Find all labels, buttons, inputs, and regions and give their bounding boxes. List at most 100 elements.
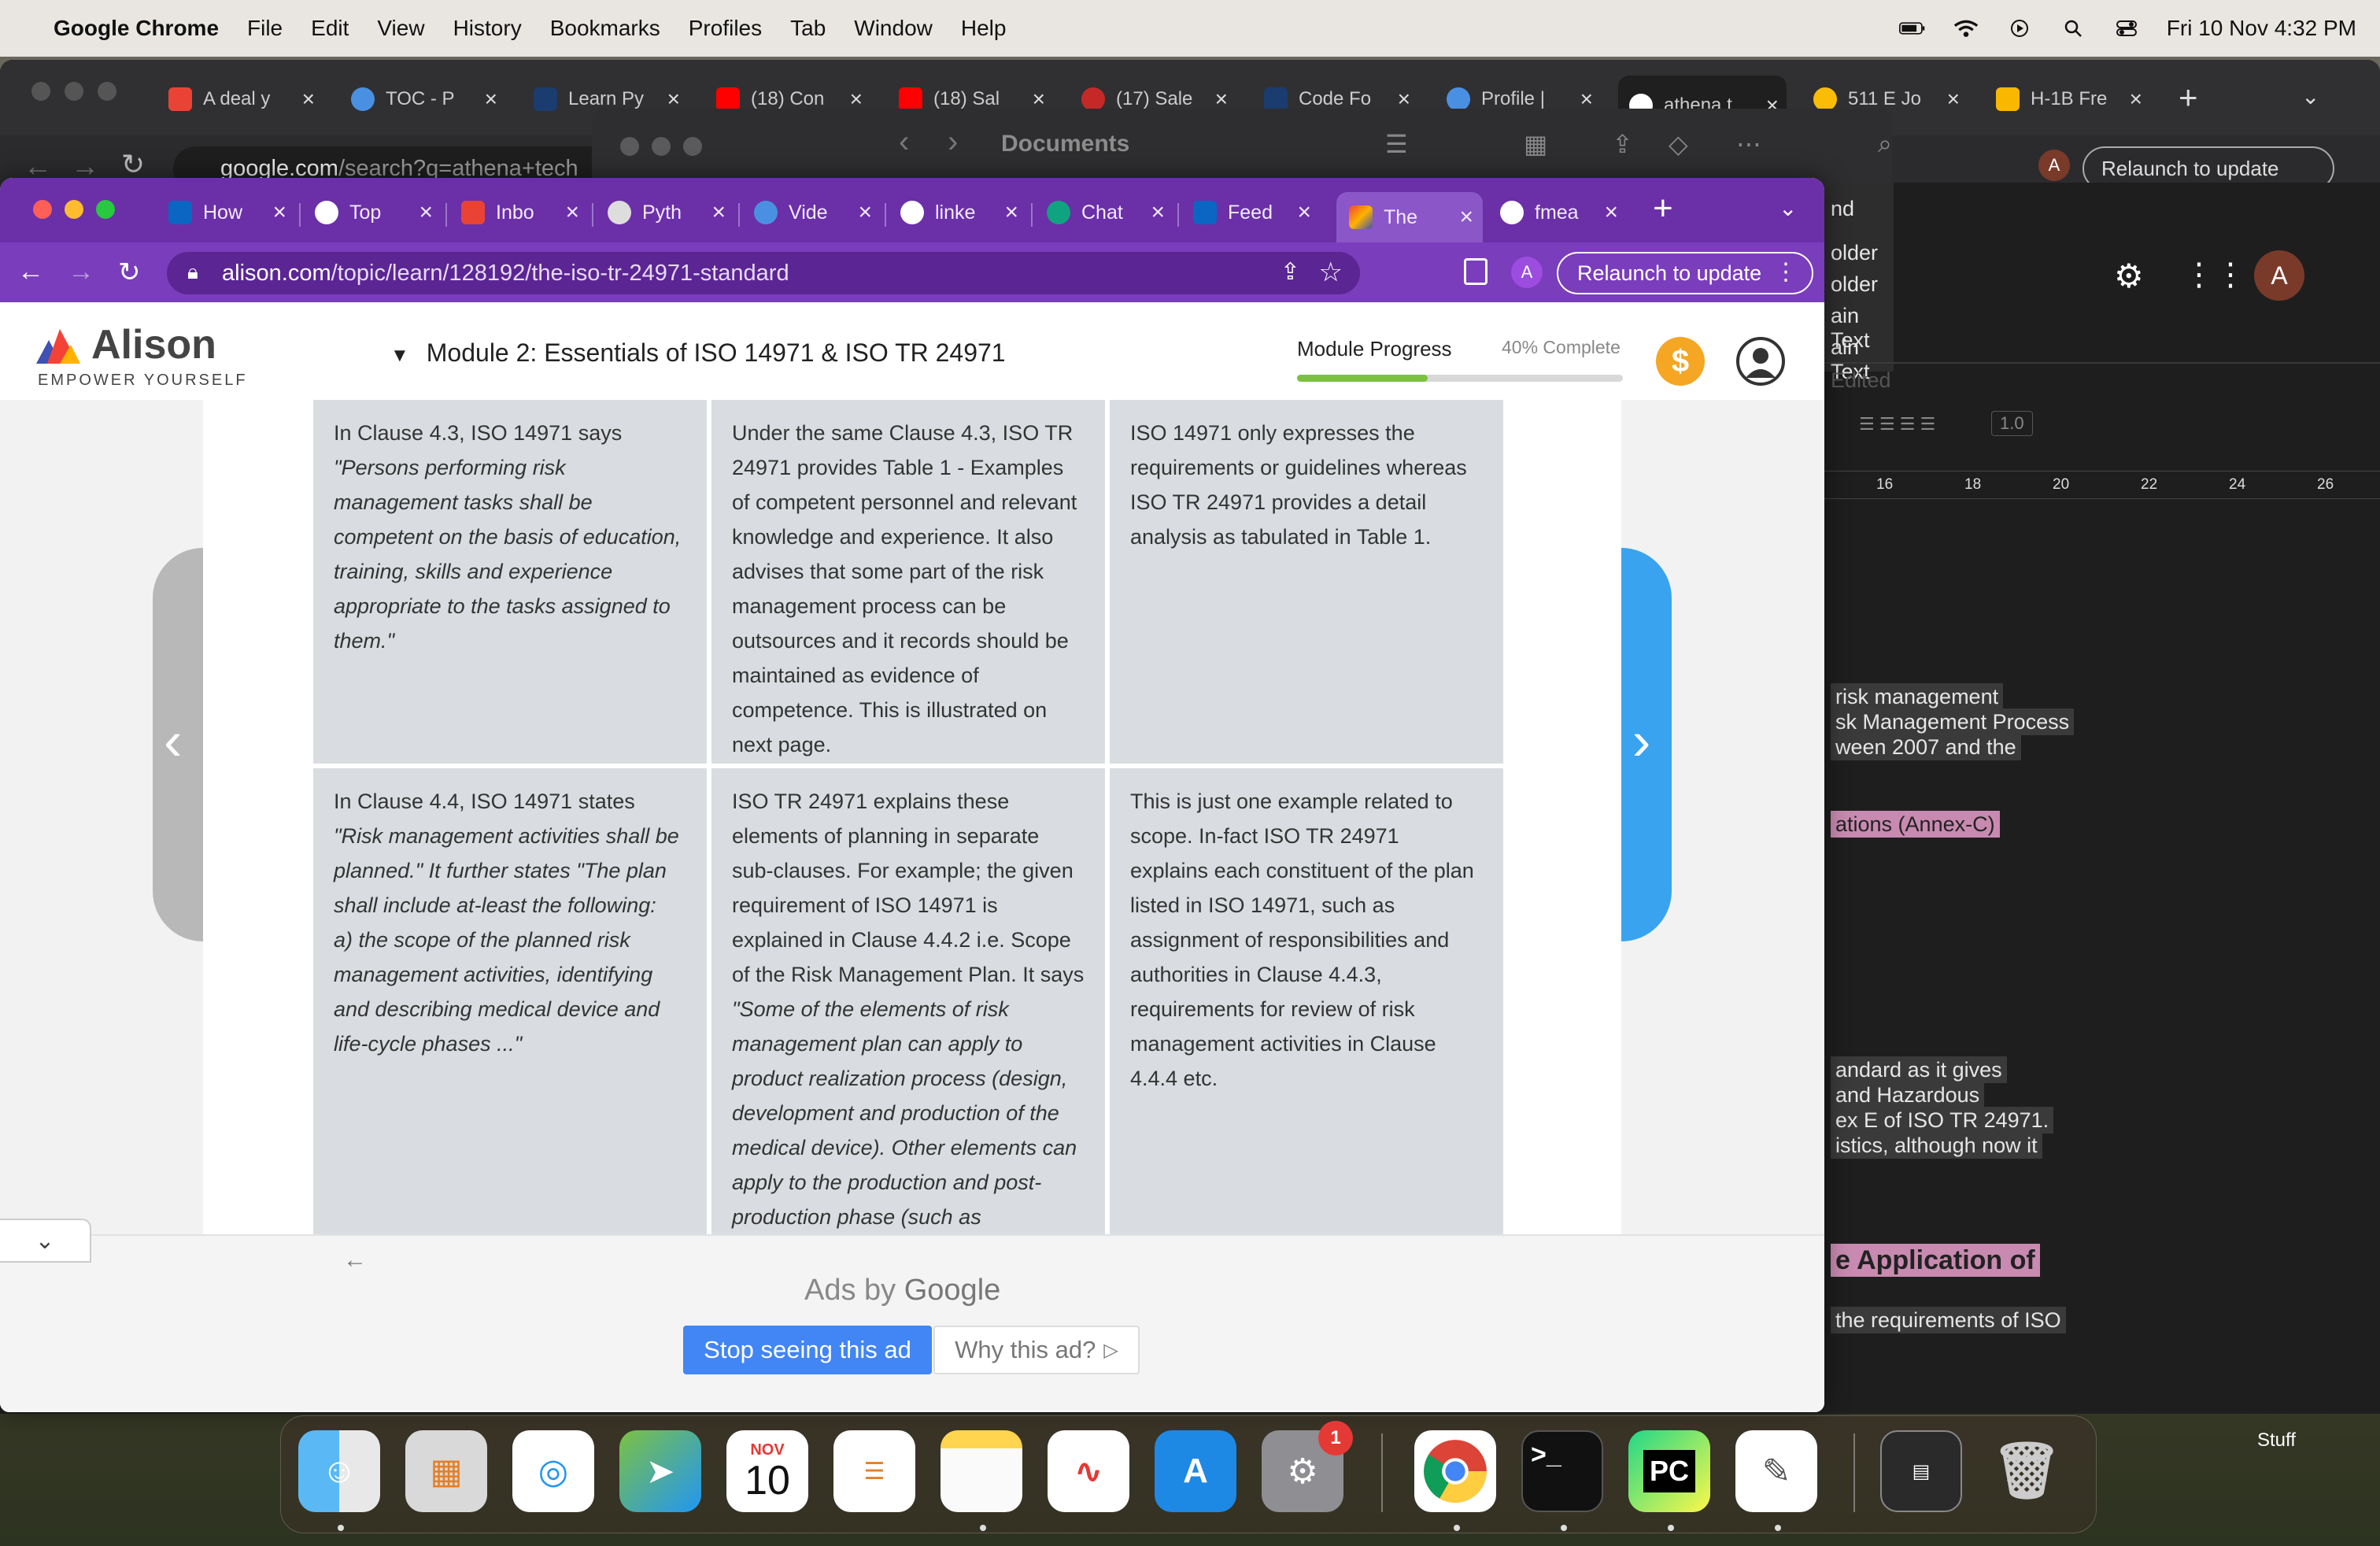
zoom-window-button[interactable] (96, 200, 115, 219)
minimize-window-button[interactable] (65, 200, 83, 219)
doc-text-line[interactable]: risk management (1831, 683, 2004, 710)
launchpad-dock-icon[interactable]: ▦ (405, 1430, 487, 1512)
address-bar[interactable]: 🔒︎ alison.com/topic/learn/128192/the-iso… (167, 252, 1360, 294)
now-playing-icon[interactable] (2006, 19, 2033, 38)
chrome-dock-icon[interactable] (1414, 1430, 1496, 1512)
browser-tab[interactable]: How × (156, 189, 296, 236)
browser-tab[interactable]: Inbo × (449, 189, 589, 236)
tab-search-chevron-icon[interactable]: ⌄ (2301, 83, 2319, 109)
menu-file[interactable]: File (247, 16, 283, 41)
reminders-dock-icon[interactable]: ☰ (833, 1430, 915, 1512)
user-account-icon[interactable] (1736, 337, 1785, 386)
why-this-ad-button[interactable]: Why this ad? ▷ (933, 1326, 1140, 1374)
alison-logo-text[interactable]: Alison (91, 321, 216, 368)
close-tab-icon[interactable]: × (2130, 87, 2142, 112)
group-icon[interactable]: ▦ (1524, 129, 1547, 159)
finder-dock-icon[interactable]: ☺ (298, 1430, 380, 1512)
close-tab-icon[interactable]: × (1947, 87, 1960, 112)
menu-history[interactable]: History (453, 16, 522, 41)
menu-profiles[interactable]: Profiles (689, 16, 762, 41)
sidebar-fragment-item[interactable]: older (1831, 272, 1878, 297)
doc-heading-line[interactable]: e Application of (1831, 1244, 2040, 1277)
profile-avatar[interactable]: A (2038, 150, 2070, 181)
desktop-stack-label[interactable]: Stuff (2257, 1429, 2296, 1452)
relaunch-to-update-button[interactable]: Relaunch to update ⋮ (1557, 252, 1813, 294)
close-tab-icon[interactable]: × (1004, 199, 1018, 226)
close-tab-icon[interactable]: × (711, 199, 726, 226)
bookmark-star-icon[interactable]: ☆ (1319, 257, 1343, 288)
menu-bookmarks[interactable]: Bookmarks (550, 16, 660, 41)
bg-tab[interactable]: H-1B Fre × (1985, 76, 2150, 123)
module-title-dropdown[interactable]: ▼ Module 2: Essentials of ISO 14971 & ISO… (390, 338, 1006, 368)
bg-tab[interactable]: A deal y × (157, 76, 323, 123)
share-icon[interactable]: ⇪ (1612, 129, 1633, 159)
finder-back-icon[interactable]: ‹ (899, 124, 909, 160)
battery-icon[interactable] (1898, 19, 1926, 38)
trash-dock-icon[interactable]: 🗑︎ (1986, 1430, 2068, 1512)
close-window-button[interactable] (31, 82, 50, 101)
menu-help[interactable]: Help (961, 16, 1007, 41)
list-view-icon[interactable]: ☰ (1385, 129, 1408, 159)
finder-minimize-button[interactable] (652, 137, 671, 156)
tab-search-chevron-icon[interactable]: ⌄ (1779, 195, 1797, 221)
dollar-coin-icon[interactable]: $ (1656, 337, 1705, 386)
pycharm-dock-icon[interactable]: PC (1628, 1430, 1710, 1512)
zoom-window-button[interactable] (98, 82, 116, 101)
menu-view[interactable]: View (377, 16, 424, 41)
browser-tab[interactable]: Chat × (1034, 189, 1174, 236)
doc-text-line[interactable]: ween 2007 and the (1831, 734, 2021, 760)
terminal-dock-icon[interactable]: >_ (1521, 1430, 1603, 1512)
close-tab-icon[interactable]: × (1297, 199, 1311, 226)
forward-icon[interactable]: → (68, 257, 94, 287)
close-tab-icon[interactable]: × (1459, 204, 1473, 231)
side-panel-icon[interactable] (1464, 258, 1488, 285)
close-tab-icon[interactable]: × (858, 199, 872, 226)
alison-logo-icon[interactable] (36, 329, 80, 364)
browser-tab[interactable]: Vide × (741, 189, 881, 236)
close-tab-icon[interactable]: × (1604, 199, 1618, 226)
collapse-ad-button[interactable]: ⌄ (0, 1219, 91, 1263)
close-tab-icon[interactable]: × (1151, 199, 1165, 226)
stop-seeing-ad-button[interactable]: Stop seeing this ad (683, 1326, 932, 1374)
previous-slide-button[interactable]: ‹ (153, 548, 203, 941)
close-tab-icon[interactable]: × (565, 199, 579, 226)
browser-tab-active[interactable]: The × (1336, 192, 1483, 242)
close-tab-icon[interactable]: × (302, 87, 315, 112)
share-icon[interactable]: ⇪ (1281, 258, 1300, 286)
system-settings-dock-icon[interactable]: ⚙ 1 (1262, 1421, 1353, 1512)
ad-back-arrow-icon[interactable]: ← (343, 1247, 367, 1274)
reload-icon[interactable]: ↻ (118, 257, 141, 288)
next-slide-button[interactable]: › (1621, 548, 1672, 941)
align-buttons[interactable]: ☰ ☰ ☰ ☰ (1859, 414, 1935, 435)
notes-dock-icon[interactable] (941, 1430, 1022, 1512)
doc-text-line[interactable]: ex E of ISO TR 24971. (1831, 1107, 2054, 1134)
textedit-dock-icon[interactable]: ✎ (1735, 1430, 1817, 1512)
close-tab-icon[interactable]: × (485, 87, 497, 112)
line-spacing-select[interactable]: 1.0 (1991, 411, 2033, 436)
menubar-clock[interactable]: Fri 10 Nov 4:32 PM (2167, 16, 2356, 41)
freeform-dock-icon[interactable]: ∿ (1048, 1430, 1129, 1512)
menu-tab[interactable]: Tab (790, 16, 826, 41)
finder-forward-icon[interactable]: › (948, 124, 958, 160)
doc-text-line[interactable]: and Hazardous (1831, 1082, 1985, 1108)
downloads-stack-icon[interactable]: ▤ (1880, 1430, 1962, 1512)
safari-dock-icon[interactable]: ◎ (512, 1430, 594, 1512)
menu-window[interactable]: Window (854, 16, 933, 41)
minimize-window-button[interactable] (65, 82, 83, 101)
control-center-icon[interactable] (2113, 19, 2140, 38)
wifi-icon[interactable] (1953, 19, 1979, 38)
browser-tab[interactable]: Pyth × (595, 189, 735, 236)
back-icon[interactable]: ← (17, 257, 44, 287)
bg-tab[interactable]: TOC - P × (340, 76, 505, 123)
menu-app-name[interactable]: Google Chrome (54, 16, 219, 41)
profile-avatar[interactable]: A (1511, 257, 1543, 288)
doc-text-line[interactable]: the requirements of ISO (1831, 1307, 2066, 1333)
browser-tab[interactable]: linke × (888, 189, 1028, 236)
sidebar-fragment-item[interactable]: older (1831, 241, 1878, 265)
menu-edit[interactable]: Edit (311, 16, 349, 41)
doc-text-line[interactable]: andard as it gives (1831, 1056, 2007, 1083)
account-avatar[interactable]: A (2254, 250, 2304, 301)
calendar-dock-icon[interactable]: NOV 10 (726, 1430, 808, 1512)
doc-text-line[interactable]: sk Management Process (1831, 708, 2075, 735)
new-tab-icon[interactable]: + (2179, 79, 2198, 117)
